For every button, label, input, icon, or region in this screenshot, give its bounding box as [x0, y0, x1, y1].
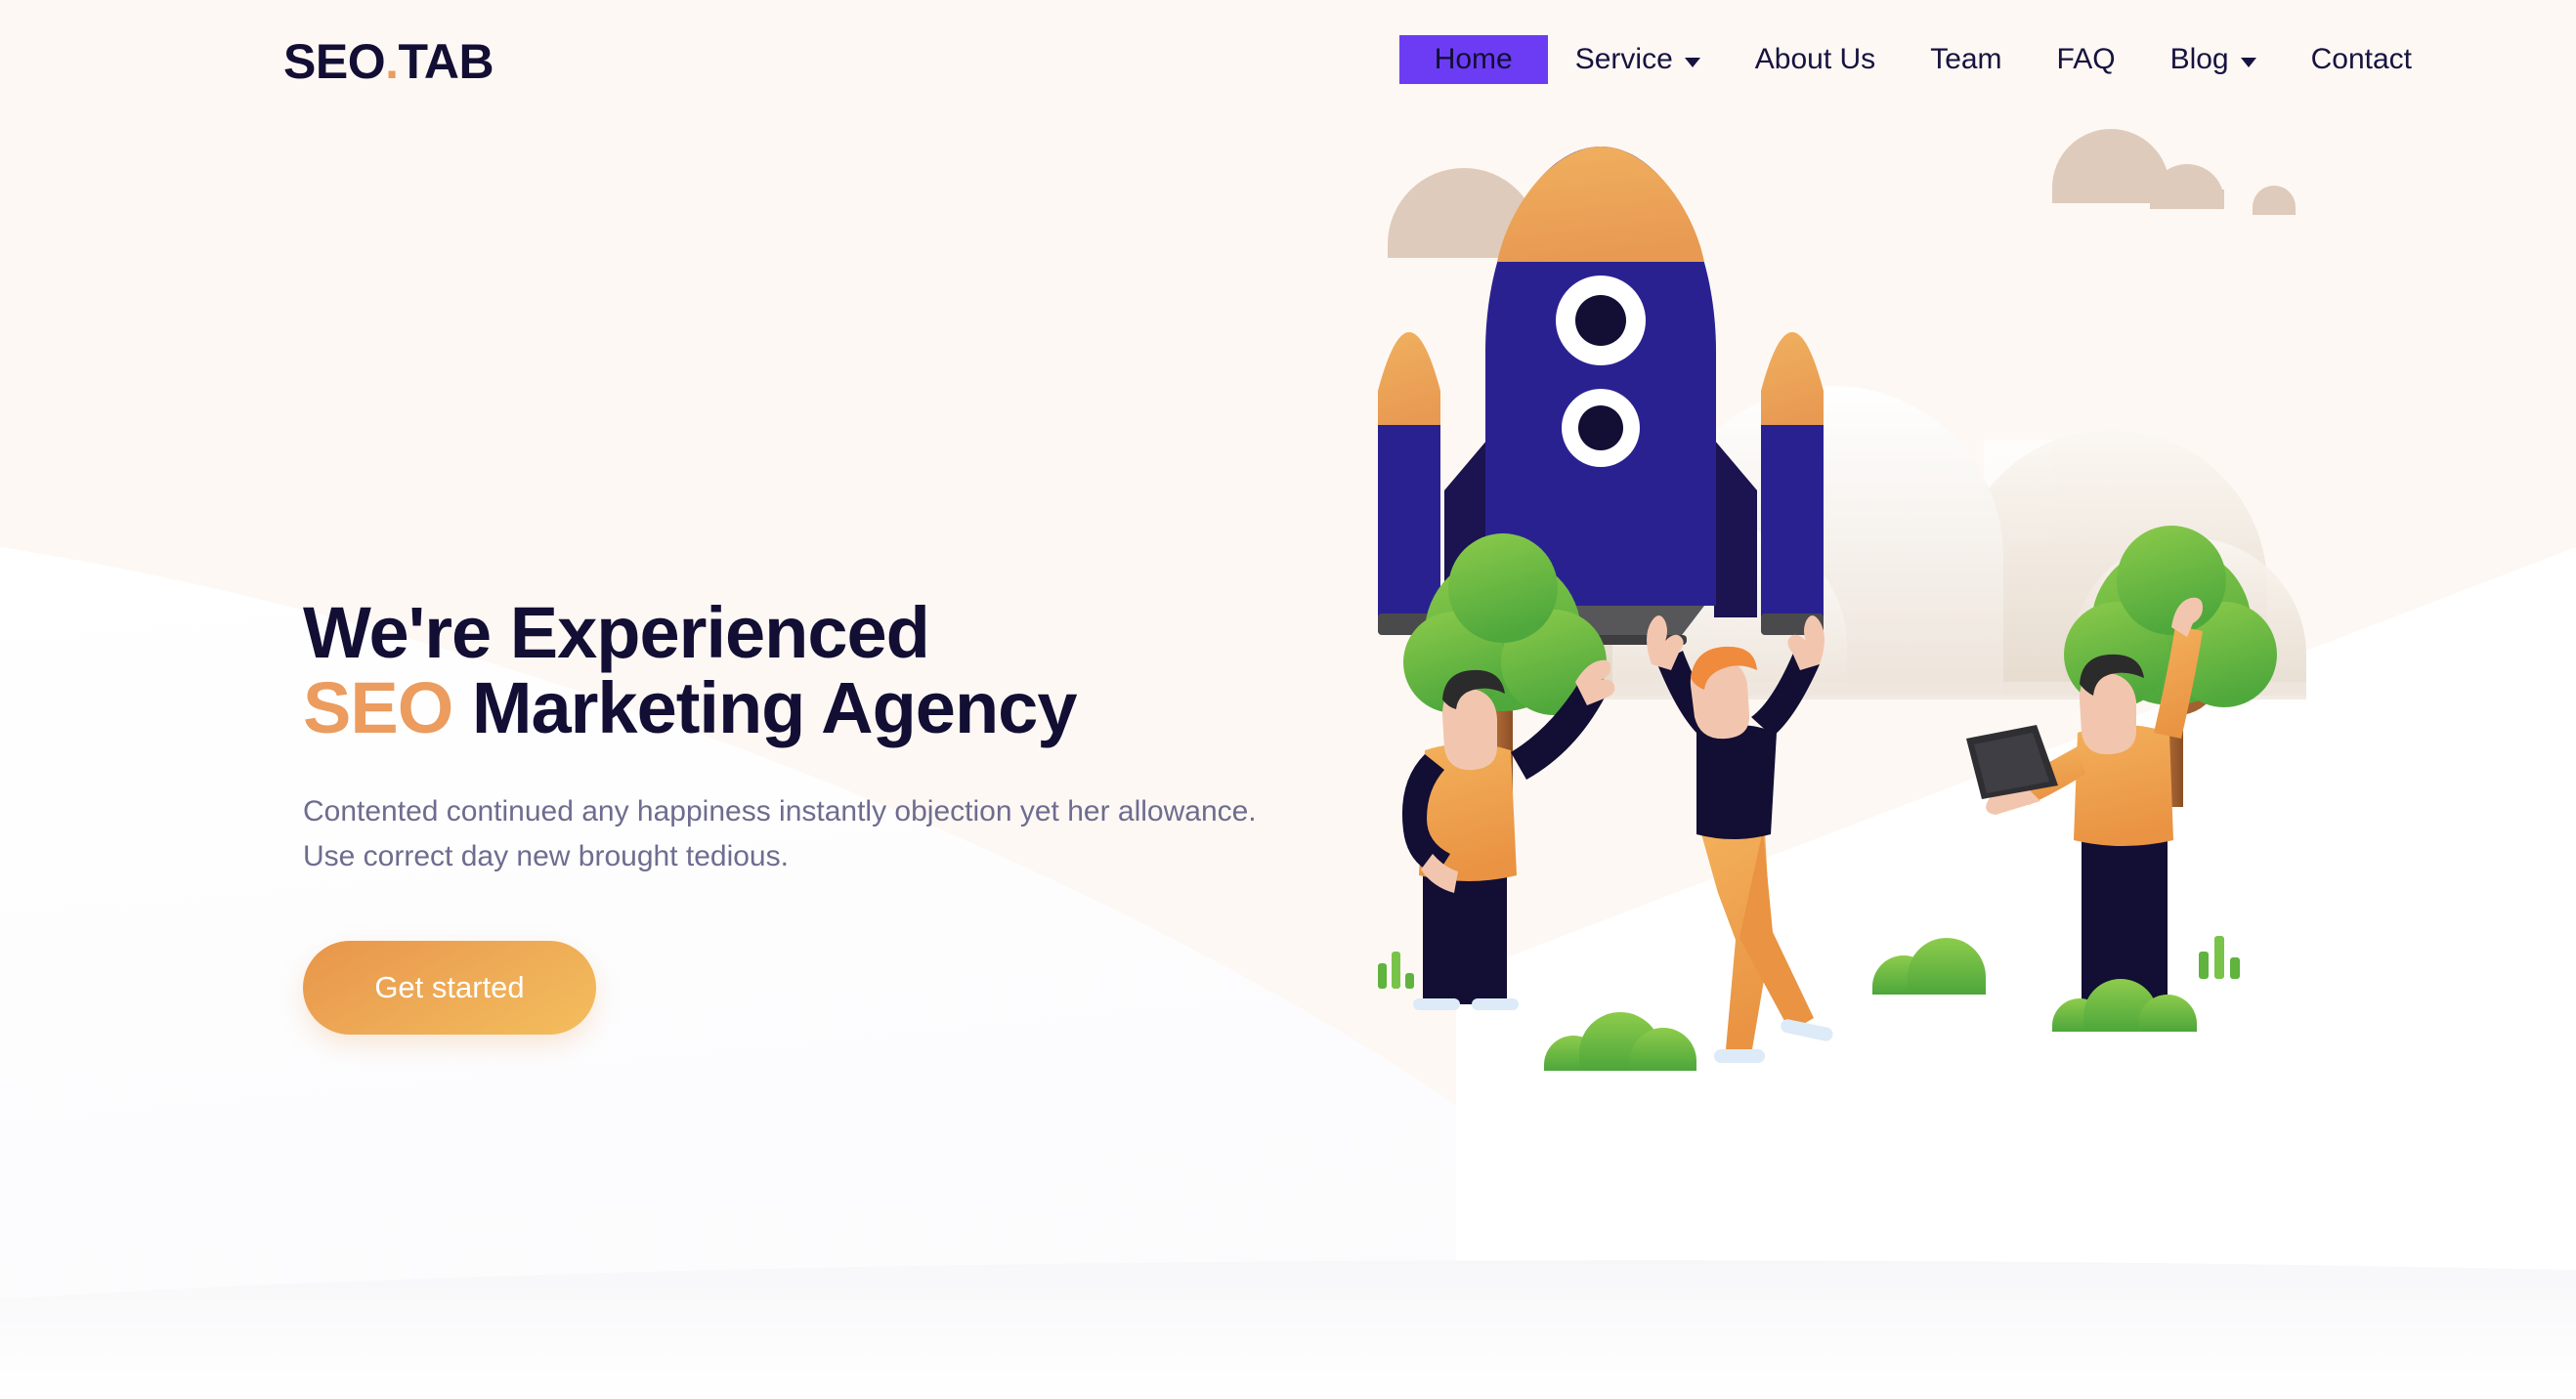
- site-header: SEO.TAB Home Service About Us Team FAQ B…: [0, 0, 2576, 129]
- headline-line-2: Marketing Agency: [452, 666, 1078, 748]
- character-center: [1647, 615, 1833, 1063]
- bush-center: [1872, 938, 1986, 995]
- hero-copy: We're Experienced SEO Marketing Agency C…: [303, 595, 1280, 1035]
- subcopy-line-2: Use correct day new brought tedious.: [303, 840, 789, 873]
- nav-item-home[interactable]: Home: [1398, 35, 1548, 84]
- nav-item-contact[interactable]: Contact: [2284, 35, 2439, 84]
- rocket-booster-left: [1378, 332, 1440, 635]
- page-title: We're Experienced SEO Marketing Agency: [303, 595, 1280, 748]
- logo-dot: .: [385, 34, 399, 89]
- nav-item-about-us[interactable]: About Us: [1728, 35, 1903, 84]
- bush-left: [1544, 1012, 1696, 1071]
- rocket-nose: [1497, 147, 1704, 262]
- nav-label-team: Team: [1930, 43, 2002, 75]
- bottom-band: [0, 1260, 2576, 1399]
- nav-label-blog: Blog: [2169, 43, 2229, 75]
- nav-label-service: Service: [1574, 43, 1673, 75]
- main-navigation: Home Service About Us Team FAQ Blog Cont…: [1398, 35, 2439, 84]
- hero-illustration: [1368, 129, 2521, 1084]
- logo[interactable]: SEO.TAB: [283, 33, 494, 90]
- logo-main: SEO: [283, 34, 386, 89]
- nav-item-blog[interactable]: Blog: [2143, 35, 2284, 84]
- rocket-booster-right: [1761, 332, 1824, 635]
- get-started-button[interactable]: Get started: [303, 940, 596, 1035]
- subcopy-line-1: Contented continued any happiness instan…: [303, 794, 1257, 827]
- nav-item-faq[interactable]: FAQ: [2030, 35, 2143, 84]
- nav-label-faq: FAQ: [2056, 43, 2116, 75]
- bush-right: [2052, 979, 2197, 1032]
- hero-subcopy: Contented continued any happiness instan…: [303, 789, 1280, 880]
- nav-item-service[interactable]: Service: [1548, 35, 1728, 84]
- headline-line-1: We're Experienced: [303, 592, 930, 673]
- shirt-center: [1696, 725, 1777, 839]
- nav-item-team[interactable]: Team: [1903, 35, 2029, 84]
- nav-label-home: Home: [1434, 43, 1513, 75]
- chevron-down-icon: [1684, 58, 1700, 67]
- rocket-scene: [1378, 129, 2306, 1071]
- nav-label-contact: Contact: [2310, 43, 2412, 75]
- nav-label-about-us: About Us: [1754, 43, 1876, 75]
- headline-accent: SEO: [303, 666, 453, 748]
- logo-tail: TAB: [398, 34, 494, 89]
- grass-right: [2199, 936, 2240, 979]
- grass-left: [1378, 952, 1414, 989]
- chevron-down-icon: [2240, 58, 2256, 67]
